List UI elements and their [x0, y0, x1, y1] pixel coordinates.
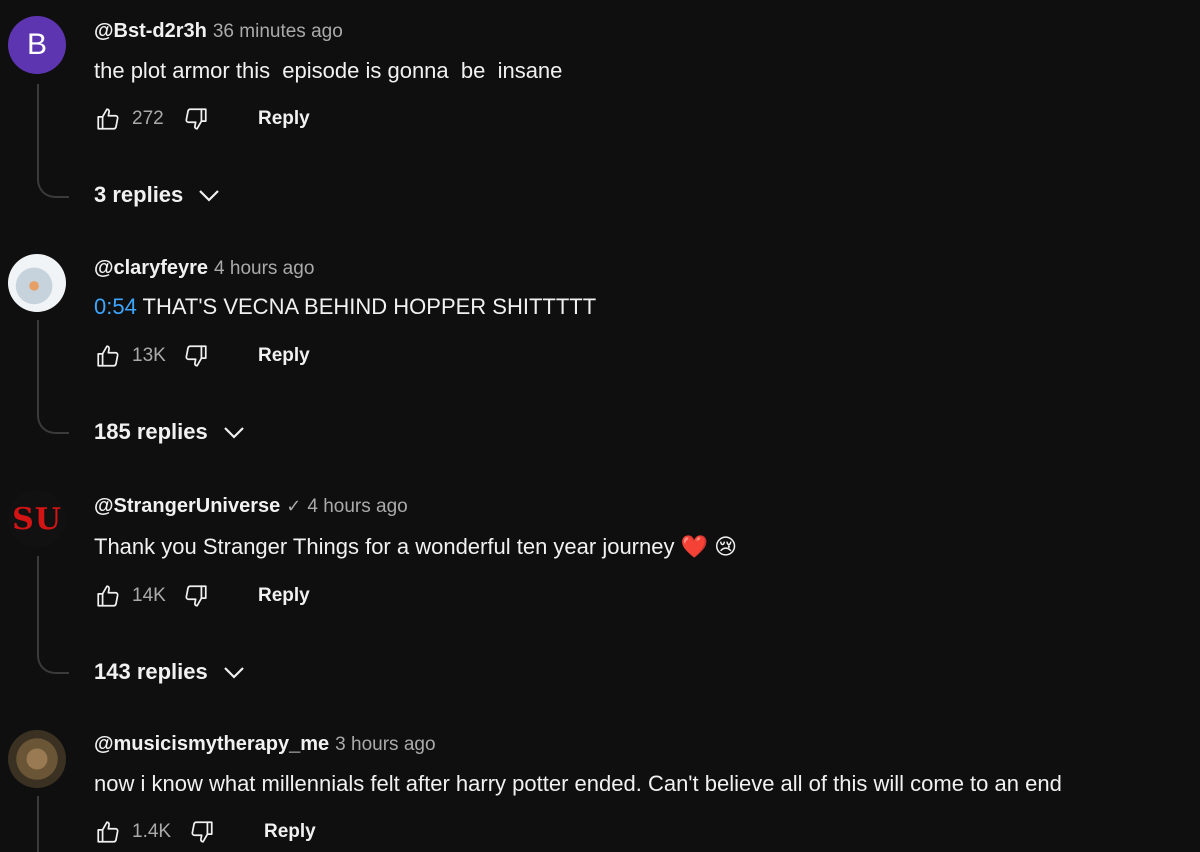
- like-button[interactable]: [94, 105, 122, 133]
- replies-toggle[interactable]: 185 replies: [94, 419, 246, 445]
- comment-header: @StrangerUniverse ✓ 4 hours ago: [94, 495, 408, 518]
- like-count: 13K: [132, 345, 166, 366]
- like-button[interactable]: [94, 342, 122, 370]
- comment-author[interactable]: @Bst-d2r3h: [94, 20, 207, 43]
- crying-emoji: 😢: [714, 534, 738, 559]
- comment-text: the plot armor this episode is gonna be …: [94, 58, 563, 83]
- comment-time[interactable]: 4 hours ago: [214, 258, 314, 280]
- reply-button[interactable]: Reply: [258, 585, 310, 607]
- dislike-button[interactable]: [182, 105, 210, 133]
- dislike-button[interactable]: [182, 342, 210, 370]
- like-button[interactable]: [94, 818, 122, 846]
- timestamp-link[interactable]: 0:54: [94, 294, 137, 319]
- verified-icon: ✓: [286, 496, 302, 516]
- chevron-down-icon: [223, 427, 244, 439]
- comment-header: @claryfeyre 4 hours ago: [94, 257, 314, 280]
- comment-author[interactable]: @StrangerUniverse: [94, 495, 280, 518]
- thumbs-up-icon: [97, 345, 119, 367]
- thread-curve: [37, 174, 69, 198]
- reply-button[interactable]: Reply: [258, 108, 310, 130]
- replies-toggle[interactable]: 3 replies: [94, 182, 221, 208]
- comment-actions: 14K Reply: [94, 582, 310, 610]
- avatar-letter: B: [26, 28, 47, 61]
- replies-count: 3 replies: [94, 182, 184, 207]
- like-count: 1.4K: [132, 821, 172, 842]
- chevron-down-icon: [223, 667, 244, 679]
- comment-header: @musicismytherapy_me 3 hours ago: [94, 733, 436, 756]
- chevron-down-icon: [199, 190, 220, 202]
- thumbs-up-icon: [97, 585, 119, 607]
- comment-actions: 1.4K Reply: [94, 818, 316, 846]
- thread-line: [37, 796, 40, 852]
- avatar[interactable]: [8, 254, 66, 312]
- thread-line: [37, 84, 40, 174]
- comment-text-body: Thank you Stranger Things for a wonderfu…: [94, 534, 681, 559]
- comment-actions: 272 Reply: [94, 105, 310, 133]
- thumbs-down-icon: [185, 108, 207, 130]
- comment-author[interactable]: @claryfeyre: [94, 257, 208, 280]
- comment-text: 0:54 THAT'S VECNA BEHIND HOPPER SHITTTTT: [94, 294, 596, 320]
- comments-section: B @Bst-d2r3h 36 minutes ago the plot arm…: [0, 0, 1200, 852]
- replies-toggle[interactable]: 143 replies: [94, 659, 246, 685]
- replies-count: 185 replies: [94, 419, 208, 444]
- like-count: 272: [132, 108, 164, 129]
- avatar[interactable]: B: [8, 16, 66, 74]
- like-count: 14K: [132, 585, 166, 606]
- thread-line: [37, 320, 40, 410]
- thumbs-up-icon: [97, 108, 119, 130]
- like-button[interactable]: [94, 582, 122, 610]
- replies-count: 143 replies: [94, 659, 208, 684]
- comment-text: now i know what millennials felt after h…: [94, 771, 1062, 796]
- comment-time[interactable]: 3 hours ago: [335, 734, 435, 756]
- thumbs-down-icon: [191, 821, 213, 843]
- thumbs-down-icon: [185, 585, 207, 607]
- reply-button[interactable]: Reply: [264, 821, 316, 843]
- thumbs-down-icon: [185, 345, 207, 367]
- comment-actions: 13K Reply: [94, 342, 310, 370]
- comment-header: @Bst-d2r3h 36 minutes ago: [94, 20, 343, 43]
- comment-text-body: THAT'S VECNA BEHIND HOPPER SHITTTTT: [136, 294, 597, 319]
- dislike-button[interactable]: [182, 582, 210, 610]
- thread-curve: [37, 650, 69, 674]
- thumbs-up-icon: [97, 821, 119, 843]
- comment-time[interactable]: 36 minutes ago: [213, 21, 343, 43]
- thread-line: [37, 556, 40, 650]
- comment-author[interactable]: @musicismytherapy_me: [94, 733, 329, 756]
- avatar-logo-text: SU: [12, 501, 62, 537]
- heart-emoji: ❤️: [680, 534, 708, 559]
- dislike-button[interactable]: [188, 818, 216, 846]
- comment-time[interactable]: 4 hours ago: [307, 496, 407, 518]
- comment-text: Thank you Stranger Things for a wonderfu…: [94, 534, 737, 560]
- avatar[interactable]: [8, 730, 66, 788]
- avatar[interactable]: SU: [8, 490, 66, 548]
- reply-button[interactable]: Reply: [258, 345, 310, 367]
- thread-curve: [37, 410, 69, 434]
